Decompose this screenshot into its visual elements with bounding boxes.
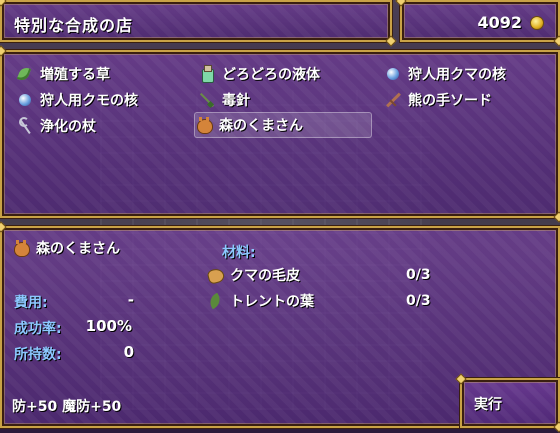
sword-icon [384, 91, 402, 109]
recipe-item[interactable]: 狩人用クマの核 [384, 62, 506, 86]
staff-icon [16, 117, 34, 135]
detail-item-name: 森のくまさん [12, 236, 120, 260]
material-count: 0/3 [406, 293, 431, 309]
recipe-item[interactable]: 増殖する草 [16, 62, 110, 86]
gold-window: 4092 [400, 0, 560, 42]
material-name: クマの毛皮 [230, 268, 300, 284]
bear-icon [195, 116, 213, 134]
cost-value: - [127, 291, 134, 309]
recipe-label: 浄化の杖 [40, 119, 96, 135]
owned-count-value: 0 [123, 343, 134, 361]
recipe-item[interactable]: 熊の手ソード [384, 88, 492, 112]
herb-icon [16, 65, 34, 83]
success-rate-label: 成功率: [14, 321, 62, 337]
item-stats: 防+50 魔防+50 [12, 399, 122, 415]
material-row: クマの毛皮 [206, 263, 300, 287]
materials-label: 材料: [222, 245, 256, 261]
gold-amount: 4092 [477, 13, 522, 32]
recipe-label: 狩人用クモの核 [40, 93, 138, 109]
bottle-icon [198, 65, 216, 83]
coin-icon [530, 16, 544, 30]
material-name: トレントの葉 [230, 294, 314, 310]
fur-icon [206, 266, 224, 284]
orb-icon [16, 91, 34, 109]
material-count: 0/3 [406, 267, 431, 283]
owned-count-label: 所持数: [14, 347, 62, 363]
recipe-label: どろどろの液体 [222, 67, 320, 83]
recipe-label: 毒針 [222, 93, 250, 109]
shop-title-window: 特別な合成の店 [0, 0, 392, 42]
orb-icon [384, 65, 402, 83]
detail-item-label: 森のくまさん [36, 241, 120, 257]
shop-title: 特別な合成の店 [14, 16, 134, 35]
recipe-label: 増殖する草 [40, 67, 110, 83]
recipe-label: 狩人用クマの核 [408, 67, 506, 83]
recipe-list-window: 増殖する草 どろどろの液体 狩人用クマの核 狩人用クモの核 毒針 熊の手ソード … [0, 50, 560, 218]
needle-icon [198, 91, 216, 109]
leaf-icon [206, 292, 224, 310]
cost-label: 費用: [14, 295, 48, 311]
recipe-label: 森のくまさん [219, 118, 303, 134]
recipe-item[interactable]: 毒針 [198, 88, 250, 112]
execute-button[interactable]: 実行 [460, 378, 560, 428]
recipe-item[interactable]: 浄化の杖 [16, 114, 96, 138]
bear-icon [12, 239, 30, 257]
recipe-item-selected[interactable]: 森のくまさん [194, 112, 372, 138]
execute-label: 実行 [474, 397, 502, 413]
success-rate-value: 100% [85, 317, 132, 335]
material-row: トレントの葉 [206, 289, 314, 313]
recipe-item[interactable]: 狩人用クモの核 [16, 88, 138, 112]
recipe-item[interactable]: どろどろの液体 [198, 62, 320, 86]
recipe-label: 熊の手ソード [408, 93, 492, 109]
